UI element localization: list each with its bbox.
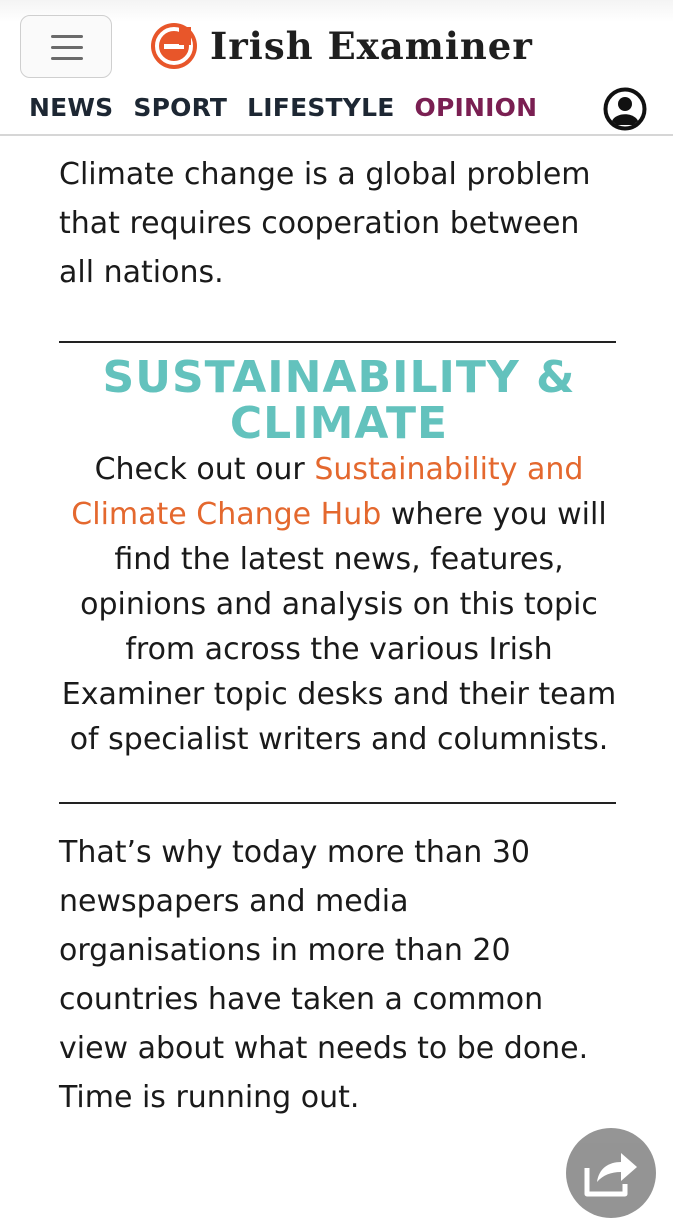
article-paragraph: That’s why today more than 30 newspapers… — [59, 835, 589, 1115]
hamburger-menu-icon — [51, 35, 83, 38]
promo-title: SUSTAINABILITY & CLIMATE — [102, 352, 576, 449]
sustainability-promo-box: SUSTAINABILITY & CLIMATE Check out our S… — [59, 355, 619, 762]
article-paragraph: Climate change is a global problem that … — [59, 157, 591, 290]
nav-opinion[interactable]: OPINION — [415, 93, 538, 122]
hamburger-line — [51, 57, 83, 60]
brand-name: Irish Examiner — [210, 24, 533, 68]
nav-sport[interactable]: SPORT — [133, 93, 227, 122]
divider — [59, 802, 616, 804]
nav-lifestyle[interactable]: LIFESTYLE — [247, 93, 394, 122]
menu-button[interactable] — [20, 15, 112, 78]
promo-text-before: Check out our — [94, 452, 315, 487]
promo-text-after: where you will find the latest news, fea… — [61, 497, 617, 757]
site-header: Irish Examiner NEWS SPORT LIFESTYLE OPIN… — [0, 0, 673, 136]
hamburger-line — [51, 46, 83, 49]
divider — [59, 341, 616, 343]
nav-news[interactable]: NEWS — [29, 93, 113, 122]
share-button[interactable] — [566, 1128, 656, 1218]
promo-text: Check out our Sustainability and Climate… — [59, 447, 619, 762]
site-logo[interactable]: Irish Examiner — [150, 20, 533, 72]
examiner-e-icon — [151, 23, 197, 69]
user-account-icon[interactable] — [603, 87, 647, 131]
section-nav: NEWS SPORT LIFESTYLE OPINION — [29, 93, 537, 122]
article-body: Climate change is a global problem that … — [59, 150, 619, 1122]
share-arrow-icon — [584, 1153, 637, 1197]
